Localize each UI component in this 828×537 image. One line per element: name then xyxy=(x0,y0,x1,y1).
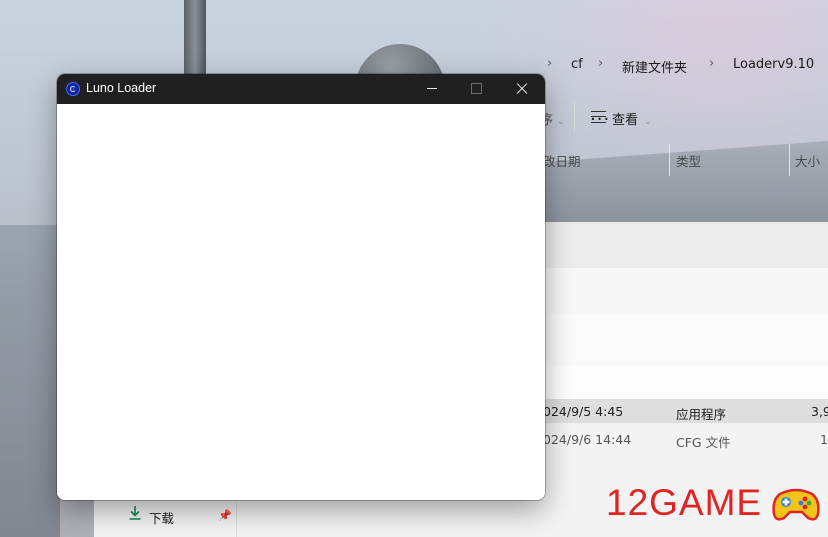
file-size: 3,9 xyxy=(811,404,828,419)
gamepad-logo-icon xyxy=(772,488,820,521)
loader-titlebar[interactable]: Luno Loader xyxy=(57,74,545,104)
file-type: 应用程序 xyxy=(676,407,727,422)
file-size: 1 xyxy=(820,432,828,447)
maximize-button[interactable] xyxy=(453,74,499,104)
column-divider[interactable] xyxy=(669,144,670,176)
chevron-down-icon: ⌄ xyxy=(644,117,652,127)
breadcrumb-chevron-icon: › xyxy=(598,56,604,71)
column-header-type[interactable]: 类型 xyxy=(676,151,701,170)
file-type: CFG 文件 xyxy=(676,435,731,450)
file-date-modified: 024/9/6 14:44 xyxy=(543,432,632,447)
wallpaper-rifle-barrel xyxy=(184,0,206,78)
toolbar-divider xyxy=(574,100,575,132)
column-header-date-modified[interactable]: 改日期 xyxy=(543,151,581,170)
breadcrumb-item-loader-folder[interactable]: Loaderv9.10 xyxy=(733,57,814,72)
chevron-down-icon: ⌄ xyxy=(557,117,565,127)
nav-item-downloads[interactable]: 下载 xyxy=(149,508,174,527)
breadcrumb-item-new-folder[interactable]: 新建文件夹 xyxy=(622,57,687,76)
window-title: Luno Loader xyxy=(86,81,157,95)
loader-content-area xyxy=(57,104,545,500)
luno-loader-window[interactable]: Luno Loader xyxy=(57,74,545,500)
file-date-modified: 024/9/5 4:45 xyxy=(543,404,624,419)
column-header-size[interactable]: 大小 xyxy=(795,151,820,170)
watermark-text: 12GAME xyxy=(606,482,763,523)
wallpaper-building xyxy=(0,225,60,537)
breadcrumb-chevron-icon: › xyxy=(709,56,715,71)
download-icon xyxy=(129,506,141,520)
luno-app-icon xyxy=(66,82,80,96)
view-label: 查看 xyxy=(612,113,639,128)
more-options-button[interactable]: ... xyxy=(590,104,610,125)
pin-icon[interactable]: 📌 xyxy=(218,509,232,522)
breadcrumb-item-cf[interactable]: cf xyxy=(571,57,583,72)
column-divider[interactable] xyxy=(789,144,790,176)
close-button[interactable] xyxy=(499,74,545,104)
breadcrumb-chevron-icon: › xyxy=(547,56,553,71)
minimize-button[interactable] xyxy=(409,74,455,104)
